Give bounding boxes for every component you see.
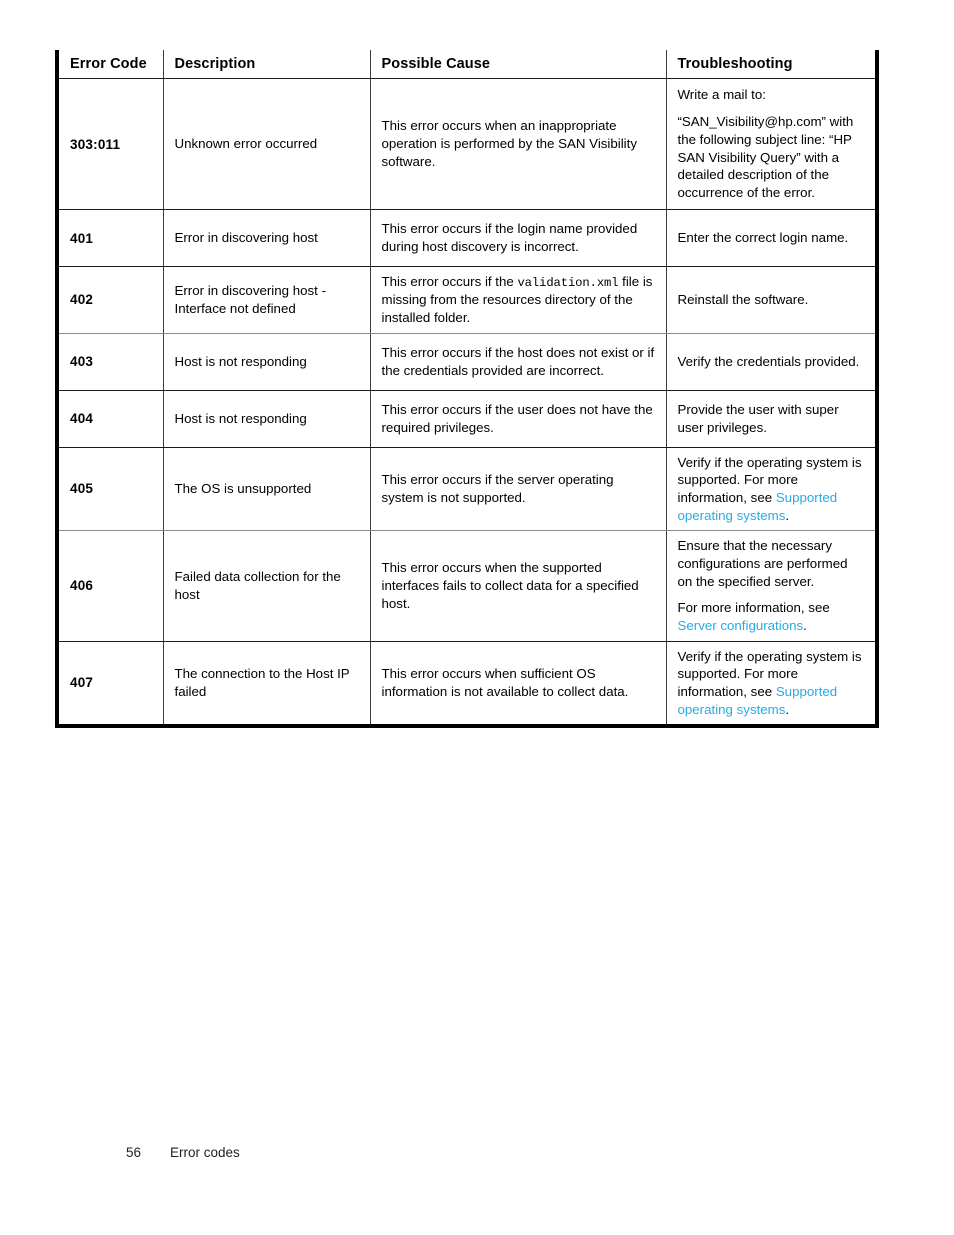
cell-error-code: 403 [57, 333, 164, 391]
cell-possible-cause: This error occurs when sufficient OS inf… [370, 641, 667, 727]
page-footer: 56 Error codes [126, 1145, 240, 1160]
cell-description: Host is not responding [163, 390, 371, 448]
cell-possible-cause: This error occurs when the supported int… [370, 530, 667, 642]
cell-description: Host is not responding [163, 333, 371, 391]
table-row: 403 Host is not responding This error oc… [57, 333, 877, 391]
footer-section-title: Error codes [170, 1145, 240, 1160]
troubleshooting-line-2: For more information, see Server configu… [678, 599, 866, 634]
cell-troubleshooting: Verify if the operating system is suppor… [666, 641, 877, 726]
troubleshooting-text-after: . [785, 701, 790, 717]
error-codes-table: Error Code Description Possible Cause Tr… [55, 50, 879, 729]
cell-troubleshooting: Verify the credentials provided. [666, 333, 877, 391]
column-header-description: Description [163, 50, 371, 79]
table-row: 401 Error in discovering host This error… [57, 209, 877, 267]
cell-troubleshooting: Verify if the operating system is suppor… [666, 447, 877, 532]
footer-page-number: 56 [126, 1145, 142, 1160]
troubleshooting-text-after: . [803, 617, 807, 633]
table-row: 402 Error in discovering host - Interfac… [57, 266, 877, 334]
troubleshooting-line-1: Ensure that the necessary configurations… [677, 538, 848, 589]
column-header-troubleshooting: Troubleshooting [666, 50, 877, 79]
filename-validation-xml: validation.xml [517, 276, 619, 290]
cell-troubleshooting: Provide the user with super user privile… [666, 390, 877, 448]
column-header-possible-cause: Possible Cause [370, 50, 667, 79]
cell-troubleshooting: Reinstall the software. [666, 266, 877, 334]
cell-description: Error in discovering host [163, 209, 371, 267]
table-header: Error Code Description Possible Cause Tr… [57, 50, 877, 79]
troubleshooting-line-1: Write a mail to: [677, 87, 766, 103]
table-row: 404 Host is not responding This error oc… [57, 390, 877, 448]
table-row: 407 The connection to the Host IP failed… [57, 641, 877, 727]
troubleshooting-text-after: . [785, 507, 790, 523]
cell-possible-cause: This error occurs if the host does not e… [370, 333, 667, 391]
cell-description: Error in discovering host - Interface no… [163, 266, 371, 334]
table-row: 406 Failed data collection for the host … [57, 530, 877, 642]
cell-possible-cause: This error occurs when an inappropriate … [370, 78, 667, 210]
table-row: 405 The OS is unsupported This error occ… [57, 447, 877, 532]
table-body: 303:011 Unknown error occurred This erro… [57, 78, 877, 727]
cell-error-code: 405 [57, 447, 164, 532]
cause-text-before: This error occurs if the [381, 274, 518, 289]
error-codes-table-wrapper: Error Code Description Possible Cause Tr… [55, 50, 879, 729]
cell-error-code: 402 [57, 266, 164, 334]
table-row: 303:011 Unknown error occurred This erro… [57, 78, 877, 210]
cell-troubleshooting: Enter the correct login name. [666, 209, 877, 267]
cell-possible-cause: This error occurs if the validation.xml … [370, 266, 667, 334]
cell-troubleshooting: Write a mail to: “SAN_Visibility@hp.com”… [666, 78, 877, 210]
cell-description: Unknown error occurred [163, 78, 371, 210]
document-page: Error Code Description Possible Cause Tr… [0, 0, 954, 1235]
troubleshooting-line-2: “SAN_Visibility@hp.com” with the followi… [677, 114, 854, 200]
cell-description: The connection to the Host IP failed [163, 641, 371, 727]
column-header-error-code: Error Code [57, 50, 164, 79]
cell-troubleshooting: Ensure that the necessary configurations… [666, 530, 877, 642]
cell-error-code: 406 [57, 530, 164, 642]
cell-possible-cause: This error occurs if the login name prov… [370, 209, 667, 267]
cell-error-code: 401 [57, 209, 164, 267]
cell-error-code: 303:011 [57, 78, 164, 210]
troubleshooting-text-before: For more information, see [677, 600, 830, 616]
cell-error-code: 407 [57, 641, 164, 727]
cell-description: Failed data collection for the host [163, 530, 371, 642]
cell-description: The OS is unsupported [163, 447, 371, 532]
cell-error-code: 404 [57, 390, 164, 448]
cell-possible-cause: This error occurs if the server operatin… [370, 447, 667, 532]
link-server-configurations[interactable]: Server configurations [678, 618, 804, 633]
cell-possible-cause: This error occurs if the user does not h… [370, 390, 667, 448]
table-header-row: Error Code Description Possible Cause Tr… [57, 50, 877, 79]
